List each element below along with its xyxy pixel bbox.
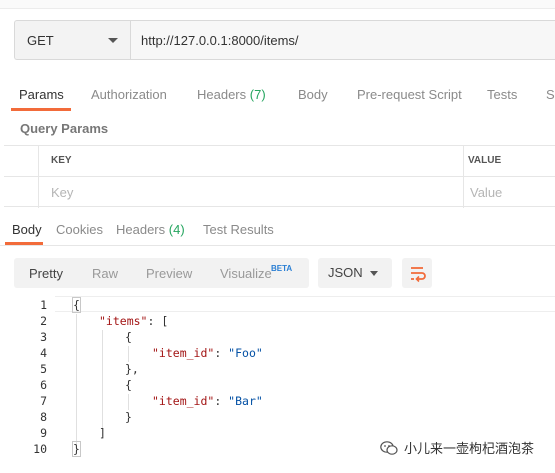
line-number: 8 xyxy=(40,410,47,424)
code-token: "items" xyxy=(99,314,148,328)
key-header-label: KEY xyxy=(51,155,72,166)
code-line: 5 }, xyxy=(0,362,555,378)
watermark: 小儿来一壶枸杞酒泡茶 xyxy=(380,438,534,457)
code-line: 7 "item_id": "Bar" xyxy=(0,394,555,410)
code-token: ] xyxy=(99,426,106,440)
tab-settings[interactable]: Se xyxy=(546,87,555,102)
wechat-icon xyxy=(380,440,398,455)
tab-label: Se xyxy=(546,87,555,102)
view-preview-button[interactable]: Preview xyxy=(146,266,192,281)
code-token: "item_id" xyxy=(152,346,215,360)
code-token: : xyxy=(214,346,229,360)
key-placeholder: Key xyxy=(51,185,74,200)
tab-label: Test Results xyxy=(203,222,274,237)
tab-label: Pre-request Script xyxy=(357,87,462,102)
format-select[interactable]: JSON xyxy=(318,258,392,288)
code-token: : xyxy=(214,394,229,408)
tab-params[interactable]: Params xyxy=(19,87,64,102)
tab-label: Body xyxy=(12,222,42,237)
tab-label: Authorization xyxy=(91,87,167,102)
view-pretty-button[interactable]: Pretty xyxy=(29,266,63,281)
active-tab-underline xyxy=(11,108,71,111)
code-token: : [ xyxy=(147,314,169,328)
method-label: GET xyxy=(27,32,54,48)
tab-pre-request-script[interactable]: Pre-request Script xyxy=(357,87,462,102)
beta-badge: BETA xyxy=(271,264,293,273)
row-checkbox[interactable] xyxy=(4,177,39,208)
tab-label: Cookies xyxy=(56,222,103,237)
divider xyxy=(0,245,555,246)
line-number: 4 xyxy=(40,346,47,360)
wrap-lines-icon xyxy=(411,267,426,283)
query-params-title: Query Params xyxy=(20,121,109,136)
line-number: 6 xyxy=(40,378,47,392)
code-token: { xyxy=(72,297,81,313)
line-number: 5 xyxy=(40,362,47,376)
code-line: 8 } xyxy=(0,410,555,426)
value-column-header: VALUE xyxy=(464,146,555,176)
code-token: } xyxy=(72,441,81,457)
value-placeholder: Value xyxy=(470,185,503,200)
tab-label: Params xyxy=(19,87,64,102)
tab-headers[interactable]: Headers (7) xyxy=(197,87,266,102)
code-line: 1 { xyxy=(0,297,555,314)
tab-count: (4) xyxy=(168,222,185,237)
tab-body[interactable]: Body xyxy=(298,87,328,102)
line-number: 1 xyxy=(40,298,47,312)
method-select[interactable]: GET xyxy=(15,21,131,59)
response-tab-cookies[interactable]: Cookies xyxy=(56,222,103,237)
code-line: 2 "items": [ xyxy=(0,314,555,330)
code-token: "Bar" xyxy=(228,394,263,408)
code-token: "item_id" xyxy=(152,394,215,408)
line-number: 9 xyxy=(40,426,47,440)
response-tab-body[interactable]: Body xyxy=(12,222,42,237)
table-row: Key Value xyxy=(4,177,555,208)
value-header-label: VALUE xyxy=(468,155,502,166)
top-strip xyxy=(0,0,555,9)
response-tab-test-results[interactable]: Test Results xyxy=(203,222,274,237)
code-line: 4 "item_id": "Foo" xyxy=(0,346,555,362)
key-column-header: KEY xyxy=(39,146,464,176)
tab-tests[interactable]: Tests xyxy=(487,87,517,102)
url-input[interactable]: http://127.0.0.1:8000/items/ xyxy=(131,21,555,59)
code-token: { xyxy=(125,330,132,344)
line-number: 7 xyxy=(40,394,47,408)
tab-label: Tests xyxy=(487,87,518,102)
tab-label: Body xyxy=(298,87,328,102)
code-token: { xyxy=(125,378,132,392)
table-header-row: KEY VALUE xyxy=(4,146,555,177)
tab-authorization[interactable]: Authorization xyxy=(91,87,167,102)
chevron-down-icon xyxy=(370,271,378,276)
checkbox-column xyxy=(4,146,39,176)
view-raw-button[interactable]: Raw xyxy=(92,266,118,281)
code-line: 6 { xyxy=(0,378,555,394)
code-token: }, xyxy=(125,362,139,376)
line-number: 10 xyxy=(33,442,47,456)
response-tab-headers[interactable]: Headers (4) xyxy=(116,222,185,237)
line-number: 3 xyxy=(40,330,47,344)
view-visualize-button[interactable]: Visualize xyxy=(220,266,272,281)
url-bar: GET http://127.0.0.1:8000/items/ xyxy=(14,20,555,60)
wrap-lines-button[interactable] xyxy=(402,258,432,288)
watermark-text: 小儿来一壶枸杞酒泡茶 xyxy=(404,441,535,456)
key-input[interactable]: Key xyxy=(39,177,464,208)
tab-label: Headers xyxy=(116,222,166,237)
line-number: 2 xyxy=(40,314,47,328)
code-line: 3 { xyxy=(0,330,555,346)
value-input[interactable]: Value xyxy=(464,177,555,208)
tab-count: (7) xyxy=(249,87,266,102)
url-text: http://127.0.0.1:8000/items/ xyxy=(141,32,299,48)
code-token: "Foo" xyxy=(228,346,263,360)
format-label: JSON xyxy=(328,265,363,280)
tab-label: Headers xyxy=(197,87,247,102)
chevron-down-icon xyxy=(108,38,118,43)
query-params-table: KEY VALUE Key Value xyxy=(4,145,555,208)
code-token: } xyxy=(125,410,132,424)
